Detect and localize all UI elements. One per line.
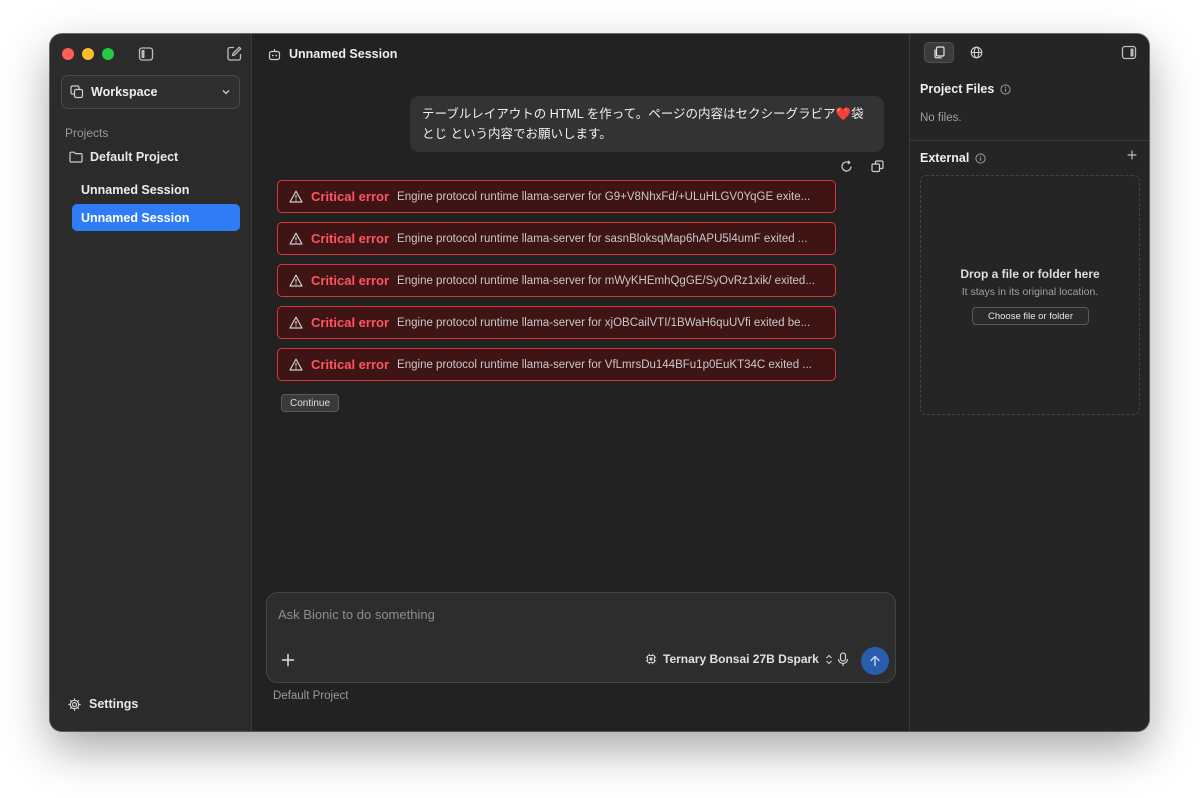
- dropzone-title: Drop a file or folder here: [960, 267, 1100, 281]
- sidebar-toggle-icon[interactable]: [138, 46, 154, 62]
- user-message: テーブルレイアウトの HTML を作って。ページの内容はセクシーグラビア❤️袋と…: [410, 96, 884, 152]
- message-actions: [840, 160, 884, 173]
- model-label: Ternary Bonsai 27B Dspark: [663, 652, 819, 666]
- send-button[interactable]: [861, 647, 889, 675]
- settings-button[interactable]: Settings: [68, 697, 138, 711]
- add-external-icon[interactable]: [1127, 150, 1137, 160]
- dropzone-subtitle: It stays in its original location.: [961, 286, 1099, 298]
- bot-icon: [268, 48, 281, 61]
- microphone-icon[interactable]: [837, 652, 849, 667]
- sidebar: Workspace Projects Default Project Unnam…: [50, 34, 252, 731]
- external-heading: External: [920, 151, 986, 165]
- session-label: Unnamed Session: [81, 210, 190, 225]
- minimize-window-button[interactable]: [82, 48, 94, 60]
- composer: Ternary Bonsai 27B Dspark: [266, 592, 896, 683]
- error-detail: Engine protocol runtime llama-server for…: [397, 316, 811, 329]
- add-attachment-icon[interactable]: [281, 653, 295, 667]
- session-title: Unnamed Session: [289, 47, 398, 61]
- panel-toggle-icon[interactable]: [1121, 45, 1137, 60]
- session-header: Unnamed Session: [268, 47, 397, 61]
- external-title: External: [920, 151, 970, 165]
- arrow-up-icon: [869, 655, 881, 667]
- warning-icon: [289, 316, 303, 329]
- warning-icon: [289, 274, 303, 287]
- error-message: Critical error Engine protocol runtime l…: [277, 180, 836, 213]
- workspace-icon: [70, 85, 84, 99]
- chat-main: Unnamed Session テーブルレイアウトの HTML を作って。ページ…: [252, 34, 909, 731]
- chevron-updown-icon: [825, 654, 833, 665]
- file-dropzone[interactable]: Drop a file or folder here It stays in i…: [920, 175, 1140, 415]
- error-detail: Engine protocol runtime llama-server for…: [397, 274, 815, 287]
- folder-icon: [69, 151, 83, 163]
- error-title: Critical error: [311, 357, 390, 372]
- chevron-down-icon: [221, 87, 231, 97]
- error-message: Critical error Engine protocol runtime l…: [277, 264, 836, 297]
- workspace-label: Workspace: [91, 85, 158, 99]
- copy-icon[interactable]: [871, 160, 884, 173]
- files-empty-text: No files.: [920, 112, 962, 124]
- current-project-label: Default Project: [273, 690, 349, 702]
- choose-file-button[interactable]: Choose file or folder: [972, 307, 1089, 325]
- right-panel: Project Files No files. External Drop a …: [909, 34, 1149, 731]
- error-detail: Engine protocol runtime llama-server for…: [397, 358, 812, 371]
- app-window: Workspace Projects Default Project Unnam…: [50, 34, 1149, 731]
- info-icon[interactable]: [1000, 83, 1011, 95]
- error-detail: Engine protocol runtime llama-server for…: [397, 190, 811, 203]
- files-tab[interactable]: [924, 42, 954, 63]
- warning-icon: [289, 190, 303, 203]
- chip-icon: [645, 653, 657, 665]
- settings-label: Settings: [89, 697, 139, 711]
- prompt-input[interactable]: [278, 605, 878, 623]
- project-files-title: Project Files: [920, 82, 995, 96]
- gear-icon: [68, 697, 81, 711]
- window-controls: [62, 48, 114, 60]
- globe-icon: [970, 46, 983, 59]
- project-item[interactable]: Default Project: [69, 150, 178, 164]
- copy-files-icon: [933, 46, 946, 59]
- web-tab[interactable]: [961, 42, 991, 63]
- info-icon[interactable]: [975, 152, 986, 164]
- projects-heading: Projects: [65, 126, 109, 140]
- error-message: Critical error Engine protocol runtime l…: [277, 222, 836, 255]
- close-window-button[interactable]: [62, 48, 74, 60]
- error-title: Critical error: [311, 315, 390, 330]
- project-files-heading: Project Files: [920, 82, 1011, 96]
- error-title: Critical error: [311, 189, 390, 204]
- new-session-icon[interactable]: [226, 45, 243, 62]
- session-item[interactable]: Unnamed Session: [72, 176, 240, 203]
- project-name: Default Project: [90, 150, 179, 164]
- error-detail: Engine protocol runtime llama-server for…: [397, 232, 808, 245]
- retry-icon[interactable]: [840, 160, 853, 173]
- error-message: Critical error Engine protocol runtime l…: [277, 306, 836, 339]
- warning-icon: [289, 232, 303, 245]
- continue-button[interactable]: Continue: [281, 394, 340, 412]
- error-title: Critical error: [311, 231, 390, 246]
- zoom-window-button[interactable]: [102, 48, 114, 60]
- divider: [910, 140, 1149, 141]
- error-title: Critical error: [311, 273, 390, 288]
- warning-icon: [289, 358, 303, 371]
- session-item-active[interactable]: Unnamed Session: [72, 204, 240, 231]
- error-message: Critical error Engine protocol runtime l…: [277, 348, 836, 381]
- workspace-selector[interactable]: Workspace: [61, 75, 240, 109]
- model-selector[interactable]: Ternary Bonsai 27B Dspark: [645, 652, 833, 666]
- session-label: Unnamed Session: [81, 182, 190, 197]
